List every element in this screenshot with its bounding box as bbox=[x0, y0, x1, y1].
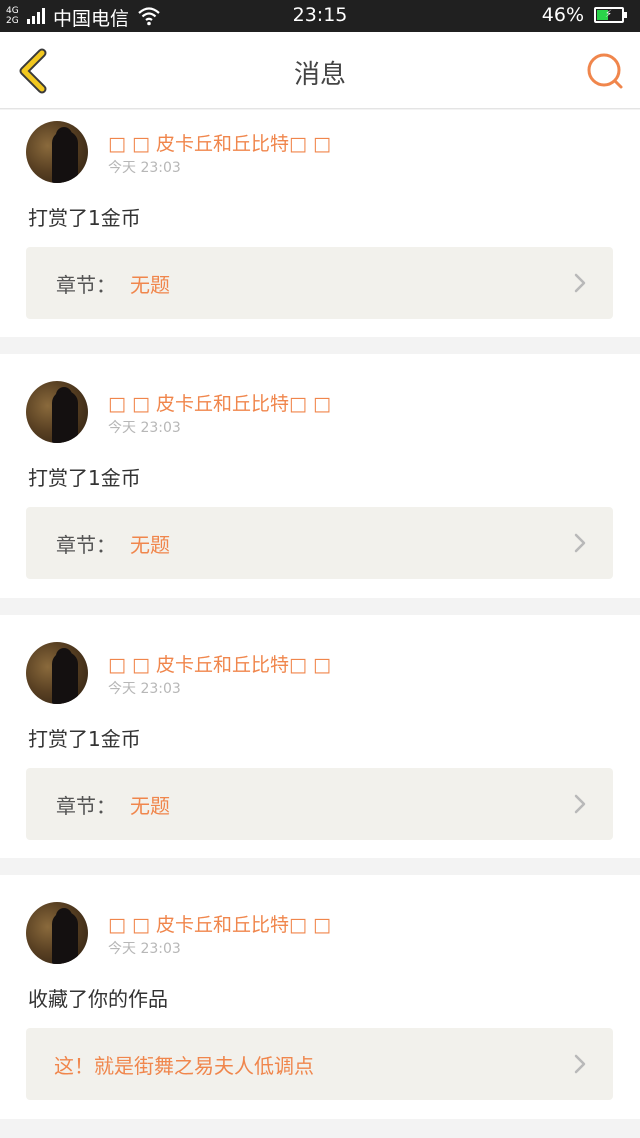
message-text: 收藏了你的作品 bbox=[28, 987, 168, 1011]
charging-bolt-icon: ⚡ bbox=[605, 9, 613, 20]
avatar[interactable] bbox=[26, 642, 88, 704]
chapter-title: 无题 bbox=[130, 794, 170, 818]
username[interactable]: □ □ 皮卡丘和丘比特□ □ bbox=[108, 389, 331, 416]
chapter-label: 章节： bbox=[56, 533, 116, 557]
message-card: □ □ 皮卡丘和丘比特□ □ 今天 23:03 打赏了1金币 章节： 无题 bbox=[0, 615, 640, 858]
username[interactable]: □ □ 皮卡丘和丘比特□ □ bbox=[108, 129, 331, 156]
username[interactable]: □ □ 皮卡丘和丘比特□ □ bbox=[108, 650, 331, 677]
page-title: 消息 bbox=[293, 60, 346, 90]
username[interactable]: □ □ 皮卡丘和丘比特□ □ bbox=[108, 910, 331, 937]
chapter-title: 无题 bbox=[130, 273, 170, 297]
timestamp: 今天 23:03 bbox=[108, 681, 181, 697]
battery-percent: 46% bbox=[541, 4, 584, 26]
chapter-link[interactable]: 章节： 无题 bbox=[26, 768, 613, 840]
message-card: □ □ 皮卡丘和丘比特□ □ 今天 23:03 打赏了1金币 章节： 无题 bbox=[0, 354, 640, 598]
message-card: □ □ 皮卡丘和丘比特□ □ 今天 23:03 打赏了1金币 章节： 无题 bbox=[0, 110, 640, 337]
chevron-right-icon bbox=[574, 533, 586, 553]
chevron-right-icon bbox=[574, 1054, 586, 1074]
battery-icon: ⚡ bbox=[594, 7, 627, 23]
message-text: 打赏了1金币 bbox=[28, 466, 141, 490]
nav-header: 消息 bbox=[0, 32, 640, 109]
timestamp: 今天 23:03 bbox=[108, 160, 181, 176]
timestamp: 今天 23:03 bbox=[108, 941, 181, 957]
chapter-title: 无题 bbox=[130, 533, 170, 557]
message-text: 打赏了1金币 bbox=[28, 727, 141, 751]
avatar[interactable] bbox=[26, 902, 88, 964]
status-bar: 4G 2G 中国电信 23:15 46% ⚡ bbox=[0, 0, 640, 32]
chevron-right-icon bbox=[574, 273, 586, 293]
chapter-link[interactable]: 章节： 无题 bbox=[26, 247, 613, 319]
search-icon bbox=[587, 53, 623, 89]
chapter-label: 章节： bbox=[56, 794, 116, 818]
chapter-link[interactable]: 章节： 无题 bbox=[26, 507, 613, 579]
message-text: 打赏了1金币 bbox=[28, 206, 141, 230]
work-link[interactable]: 这！就是街舞之易夫人低调点 bbox=[26, 1028, 613, 1100]
work-title: 这！就是街舞之易夫人低调点 bbox=[54, 1054, 314, 1078]
chevron-right-icon bbox=[574, 794, 586, 814]
message-card: □ □ 皮卡丘和丘比特□ □ 今天 23:03 收藏了你的作品 这！就是街舞之易… bbox=[0, 875, 640, 1119]
avatar[interactable] bbox=[26, 381, 88, 443]
avatar[interactable] bbox=[26, 121, 88, 183]
timestamp: 今天 23:03 bbox=[108, 420, 181, 436]
chapter-label: 章节： bbox=[56, 273, 116, 297]
search-button[interactable] bbox=[584, 50, 628, 94]
